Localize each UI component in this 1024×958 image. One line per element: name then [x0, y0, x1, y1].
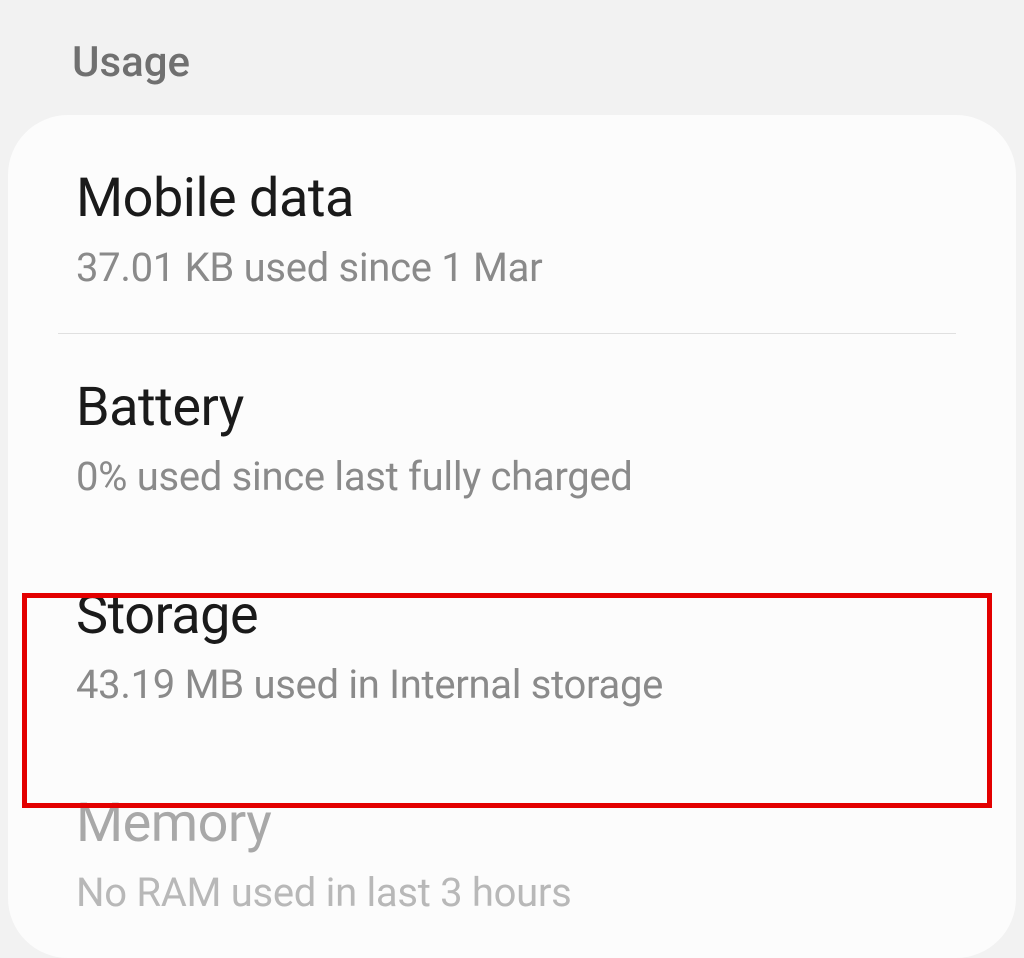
- item-subtitle: 37.01 KB used since 1 Mar: [76, 244, 944, 291]
- item-title: Battery: [76, 376, 944, 439]
- list-item-battery[interactable]: Battery 0% used since last fully charged: [8, 334, 1016, 542]
- item-subtitle: 43.19 MB used in Internal storage: [76, 661, 944, 708]
- list-item-mobile-data[interactable]: Mobile data 37.01 KB used since 1 Mar: [8, 115, 1016, 333]
- item-title: Mobile data: [76, 167, 944, 230]
- usage-card: Mobile data 37.01 KB used since 1 Mar Ba…: [8, 115, 1016, 958]
- item-subtitle: No RAM used in last 3 hours: [76, 869, 944, 916]
- list-item-memory: Memory No RAM used in last 3 hours: [8, 750, 1016, 958]
- item-title: Storage: [76, 584, 944, 647]
- item-title: Memory: [76, 792, 944, 855]
- section-header: Usage: [0, 0, 1024, 115]
- list-item-storage[interactable]: Storage 43.19 MB used in Internal storag…: [8, 542, 1016, 750]
- item-subtitle: 0% used since last fully charged: [76, 453, 944, 500]
